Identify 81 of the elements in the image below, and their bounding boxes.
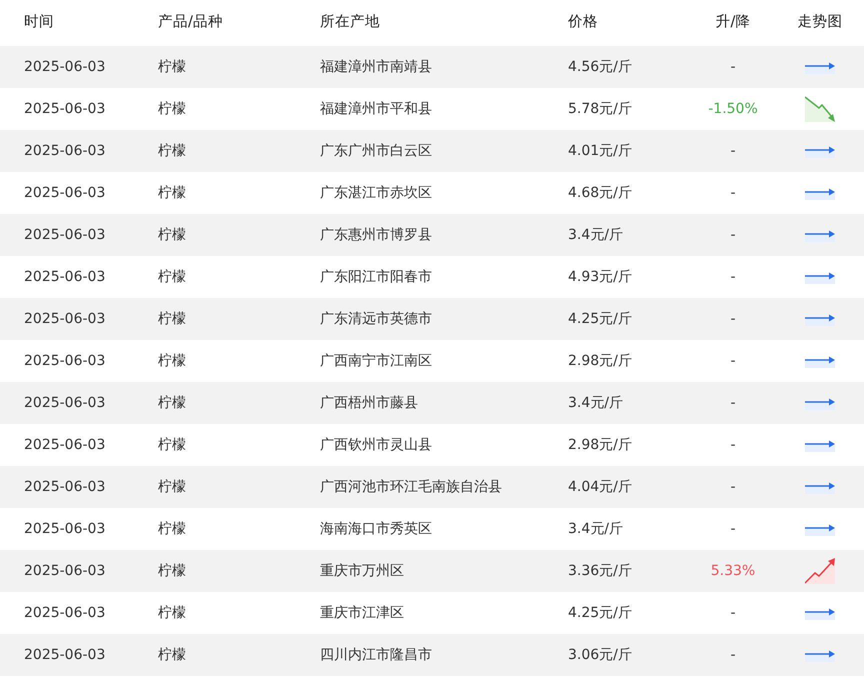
- table-cell: 柠檬: [158, 58, 186, 76]
- table-cell: -: [730, 479, 736, 495]
- table-cell: 2025-06-03: [24, 353, 106, 369]
- table-cell: 广东广州市白云区: [320, 142, 432, 160]
- table-cell: 4.93元/斤: [568, 268, 632, 286]
- table-cell: 广东清远市英德市: [320, 310, 432, 328]
- table-cell: 广西河池市环江毛南族自治县: [320, 478, 502, 496]
- table-cell: 广西南宁市江南区: [320, 352, 432, 370]
- table-cell: 2025-06-03: [24, 311, 106, 327]
- table-cell: 海南海口市秀英区: [320, 520, 432, 538]
- table-cell: 2025-06-03: [24, 647, 106, 663]
- table-cell: -: [730, 395, 736, 411]
- table-cell: 3.4元/斤: [568, 394, 623, 412]
- table-cell: 3.4元/斤: [568, 226, 623, 244]
- table-cell: 柠檬: [158, 142, 186, 160]
- table-cell: 广西钦州市灵山县: [320, 436, 432, 454]
- table-cell: 2025-06-03: [24, 185, 106, 201]
- table-cell: 2025-06-03: [24, 227, 106, 243]
- table-cell: 广西梧州市藤县: [320, 394, 418, 412]
- table-cell: 2025-06-03: [24, 143, 106, 159]
- table-cell: 柠檬: [158, 646, 186, 664]
- table-cell: 2025-06-03: [24, 521, 106, 537]
- table-cell: 柠檬: [158, 520, 186, 538]
- column-header: 时间: [24, 12, 54, 30]
- column-header: 所在产地: [320, 12, 380, 30]
- table-cell: 3.06元/斤: [568, 646, 632, 664]
- table-cell: -: [730, 647, 736, 663]
- table-cell: 2025-06-03: [24, 395, 106, 411]
- table-cell: 福建漳州市平和县: [320, 100, 432, 118]
- table-cell: 4.04元/斤: [568, 478, 632, 496]
- table-cell: -: [730, 437, 736, 453]
- column-header: 产品/品种: [158, 12, 223, 30]
- table-cell: 柠檬: [158, 478, 186, 496]
- table-cell: -: [730, 605, 736, 621]
- table-cell: 2025-06-03: [24, 269, 106, 285]
- table-cell: 2025-06-03: [24, 437, 106, 453]
- table-cell: 5.78元/斤: [568, 100, 632, 118]
- table-cell: -: [730, 227, 736, 243]
- table-cell: 柠檬: [158, 436, 186, 454]
- table-cell: 柠檬: [158, 562, 186, 580]
- table-cell: 重庆市万州区: [320, 562, 404, 580]
- table-cell: 4.68元/斤: [568, 184, 632, 202]
- table-cell: -: [730, 353, 736, 369]
- table-cell: 广东阳江市阳春市: [320, 268, 432, 286]
- table-cell: 柠檬: [158, 184, 186, 202]
- table-cell: 柠檬: [158, 310, 186, 328]
- table-cell: -: [730, 269, 736, 285]
- table-cell: 2.98元/斤: [568, 352, 632, 370]
- table-cell: 广东惠州市博罗县: [320, 226, 432, 244]
- table-cell: 柠檬: [158, 394, 186, 412]
- column-header: 走势图: [798, 12, 842, 30]
- table-cell: 柠檬: [158, 604, 186, 622]
- table-cell: 4.01元/斤: [568, 142, 632, 160]
- table-cell: -: [730, 143, 736, 159]
- table-cell: 重庆市江津区: [320, 604, 404, 622]
- table-cell: -: [730, 59, 736, 75]
- table-cell: 2025-06-03: [24, 59, 106, 75]
- column-header: 价格: [568, 12, 598, 30]
- table-cell: 福建漳州市南靖县: [320, 58, 432, 76]
- table-cell: 柠檬: [158, 268, 186, 286]
- table-cell: 柠檬: [158, 352, 186, 370]
- column-header: 升/降: [716, 12, 750, 30]
- table-cell: 4.25元/斤: [568, 604, 632, 622]
- table-cell: 3.4元/斤: [568, 520, 623, 538]
- table-cell: -: [730, 185, 736, 201]
- table-cell: -: [730, 521, 736, 537]
- table-cell: 5.33%: [710, 563, 756, 579]
- table-cell: 广东湛江市赤坎区: [320, 184, 432, 202]
- table-cell: 4.56元/斤: [568, 58, 632, 76]
- table-cell: 柠檬: [158, 100, 186, 118]
- table-cell: 2025-06-03: [24, 101, 106, 117]
- table-cell: 3.36元/斤: [568, 562, 632, 580]
- table-cell: 4.25元/斤: [568, 310, 632, 328]
- table-cell: 2025-06-03: [24, 479, 106, 495]
- table-cell: 2.98元/斤: [568, 436, 632, 454]
- table-cell: 2025-06-03: [24, 605, 106, 621]
- table-cell: -: [730, 311, 736, 327]
- table-cell: 四川内江市隆昌市: [320, 646, 432, 664]
- table-cell: 柠檬: [158, 226, 186, 244]
- table-cell: 2025-06-03: [24, 563, 106, 579]
- table-cell: -1.50%: [708, 101, 758, 117]
